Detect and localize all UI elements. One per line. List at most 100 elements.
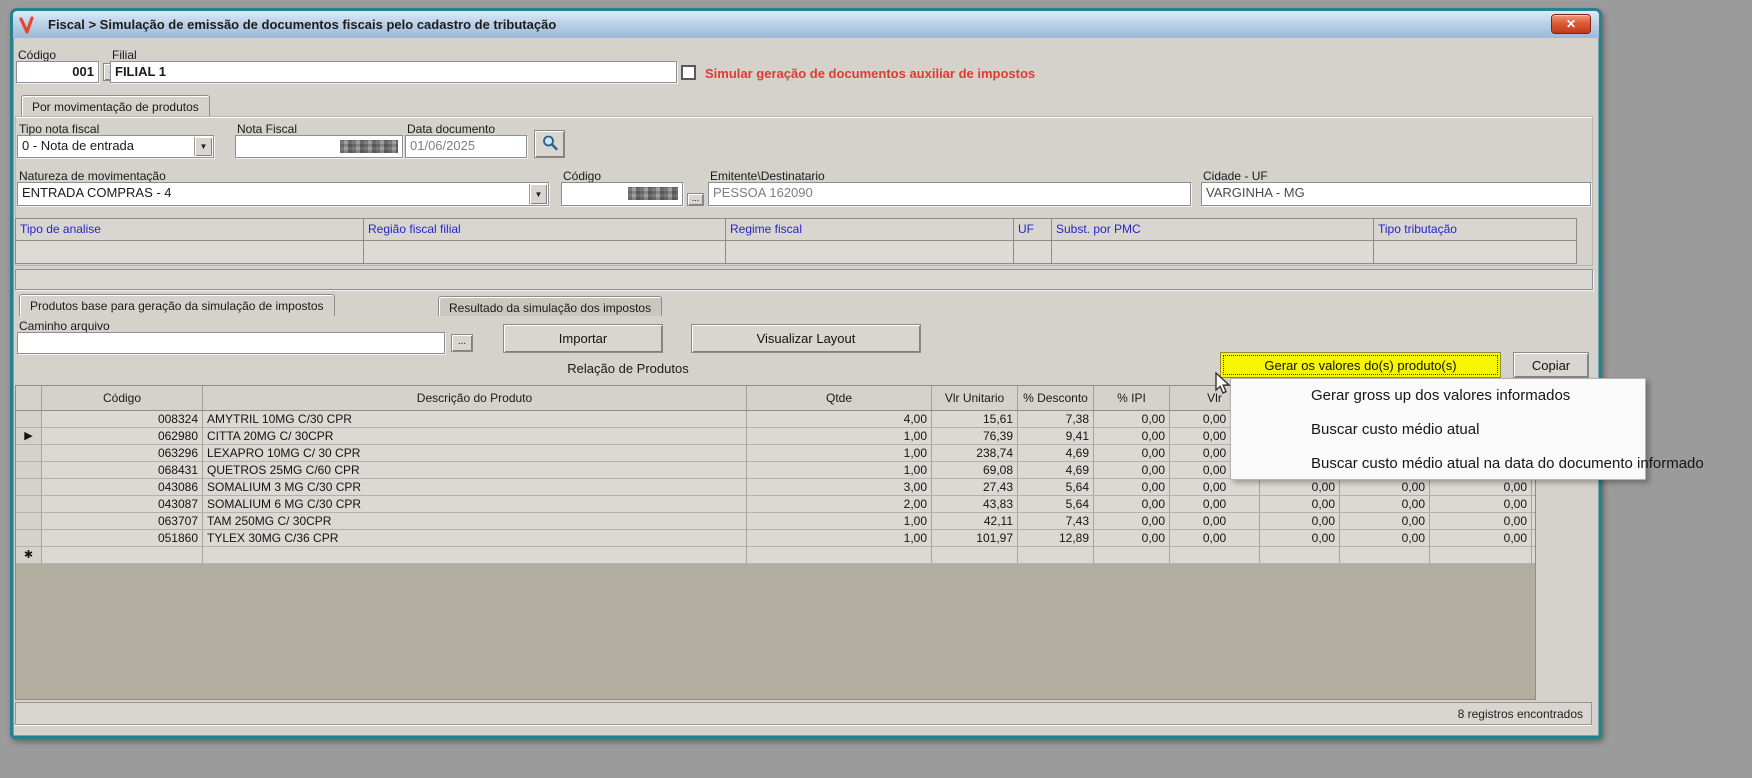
analysis-table-empty-row[interactable]: [16, 241, 1576, 263]
grid-cell: 15,61: [932, 411, 1018, 427]
visualizar-layout-button[interactable]: Visualizar Layout: [691, 324, 921, 353]
natureza-select[interactable]: ENTRADA COMPRAS - 4 ▼: [17, 182, 549, 206]
grid-cell: 043087: [42, 496, 203, 512]
grid-cell: [747, 547, 932, 563]
analysis-column-header[interactable]: Subst. por PMC: [1052, 219, 1374, 240]
close-button[interactable]: ✕: [1551, 14, 1591, 34]
grid-column-header[interactable]: % IPI: [1094, 386, 1170, 410]
doc-codigo-redacted-value: [628, 187, 678, 200]
app-window: Fiscal > Simulação de emissão de documen…: [10, 8, 1602, 739]
simulate-checkbox[interactable]: [681, 65, 696, 80]
caminho-browse-button[interactable]: ...: [451, 334, 473, 352]
analysis-column-header[interactable]: UF: [1014, 219, 1052, 240]
grid-cell: 0,00: [1430, 513, 1532, 529]
table-row[interactable]: 043086SOMALIUM 3 MG C/30 CPR3,0027,435,6…: [16, 479, 1535, 496]
grid-column-header[interactable]: Código: [42, 386, 203, 410]
search-button[interactable]: [534, 130, 565, 158]
copiar-button[interactable]: Copiar: [1513, 352, 1589, 378]
grid-cell: 062980: [42, 428, 203, 444]
analysis-column-header[interactable]: Regime fiscal: [726, 219, 1014, 240]
grid-cell: 9,41: [1018, 428, 1094, 444]
row-selector-cell: [16, 445, 42, 461]
analysis-empty-cell: [1052, 241, 1374, 263]
grid-cell: 063707: [42, 513, 203, 529]
gerar-valores-button[interactable]: Gerar os valores do(s) produto(s): [1220, 352, 1501, 378]
table-row[interactable]: 063707TAM 250MG C/ 30CPR1,0042,117,430,0…: [16, 513, 1535, 530]
grid-cell: 0,00: [1170, 496, 1260, 512]
analysis-column-header[interactable]: Região fiscal filial: [364, 219, 726, 240]
codigo-input[interactable]: 001: [16, 61, 99, 83]
context-menu-item[interactable]: Buscar custo médio atual na data do docu…: [1231, 447, 1645, 481]
grid-cell: 5,64: [1018, 496, 1094, 512]
grid-cell: 1,00: [747, 428, 932, 444]
grid-cell: 0,00: [1094, 411, 1170, 427]
caminho-arquivo-input[interactable]: [17, 332, 445, 354]
grid-cell: 0,00: [1340, 479, 1430, 495]
grid-cell: 2,00: [747, 496, 932, 512]
analysis-table-header-row: Tipo de analiseRegião fiscal filialRegim…: [16, 219, 1576, 241]
grid-column-header[interactable]: % Desconto: [1018, 386, 1094, 410]
tipo-nota-dropdown-icon[interactable]: ▼: [194, 137, 212, 156]
grid-cell: 063296: [42, 445, 203, 461]
natureza-label: Natureza de movimentação: [19, 169, 166, 183]
grid-cell: 3,00: [747, 479, 932, 495]
grid-cell: 0,00: [1094, 479, 1170, 495]
grid-cell: 27,43: [932, 479, 1018, 495]
doc-codigo-input[interactable]: [561, 182, 683, 206]
grid-cell: [932, 547, 1018, 563]
row-selector-cell: [16, 530, 42, 546]
grid-cell: 1,00: [747, 445, 932, 461]
grid-column-header[interactable]: Descrição do Produto: [203, 386, 747, 410]
grid-cell: 0,00: [1094, 462, 1170, 478]
grid-cell: QUETROS 25MG C/60 CPR: [203, 462, 747, 478]
grid-cell: 4,69: [1018, 445, 1094, 461]
filial-input[interactable]: FILIAL 1: [110, 61, 677, 83]
natureza-value: ENTRADA COMPRAS - 4: [22, 185, 172, 200]
natureza-dropdown-icon[interactable]: ▼: [529, 184, 547, 204]
tab-resultado-simulacao[interactable]: Resultado da simulação dos impostos: [438, 296, 662, 316]
table-row[interactable]: 051860TYLEX 30MG C/36 CPR1,00101,9712,89…: [16, 530, 1535, 547]
context-menu-item[interactable]: Buscar custo médio atual: [1231, 413, 1645, 447]
grid-column-header[interactable]: [16, 386, 42, 410]
grid-cell: 0,00: [1260, 496, 1340, 512]
importar-button[interactable]: Importar: [503, 324, 663, 353]
tab-produtos-base[interactable]: Produtos base para geração da simulação …: [19, 294, 335, 316]
filial-label: Filial: [112, 48, 137, 62]
analysis-column-header[interactable]: Tipo tributação: [1374, 219, 1574, 240]
data-documento-input[interactable]: 01/06/2025: [405, 135, 527, 158]
grid-cell: [1340, 547, 1430, 563]
grid-cell: 0,00: [1094, 496, 1170, 512]
emitente-browse-button[interactable]: ...: [687, 193, 704, 206]
grid-cell: 043086: [42, 479, 203, 495]
analysis-column-header[interactable]: Tipo de analise: [16, 219, 364, 240]
row-selector-cell: [16, 496, 42, 512]
grid-cell: 0,00: [1260, 479, 1340, 495]
tipo-nota-select[interactable]: 0 - Nota de entrada ▼: [17, 135, 214, 158]
context-menu-item[interactable]: Gerar gross up dos valores informados: [1231, 379, 1645, 413]
title-bar[interactable]: Fiscal > Simulação de emissão de documen…: [13, 11, 1599, 38]
cidade-uf-input[interactable]: VARGINHA - MG: [1201, 182, 1591, 206]
grid-cell: 051860: [42, 530, 203, 546]
grid-cell: 42,11: [932, 513, 1018, 529]
emitente-input[interactable]: PESSOA 162090: [708, 182, 1191, 206]
table-new-row[interactable]: ✱: [16, 547, 1535, 564]
grid-column-header[interactable]: Vlr Unitario: [932, 386, 1018, 410]
row-selector-cell: [16, 411, 42, 427]
grid-cell: CITTA 20MG C/ 30CPR: [203, 428, 747, 444]
grid-cell: 068431: [42, 462, 203, 478]
data-documento-label: Data documento: [407, 122, 495, 136]
grid-cell: 0,00: [1260, 530, 1340, 546]
grid-cell: [1430, 547, 1532, 563]
grid-cell: SOMALIUM 6 MG C/30 CPR: [203, 496, 747, 512]
grid-cell: 4,69: [1018, 462, 1094, 478]
grid-cell: 1,00: [747, 462, 932, 478]
nota-fiscal-input[interactable]: [235, 135, 403, 158]
relacao-produtos-title: Relação de Produtos: [468, 361, 788, 376]
table-row[interactable]: 043087SOMALIUM 6 MG C/30 CPR2,0043,835,6…: [16, 496, 1535, 513]
grid-column-header[interactable]: Qtde: [747, 386, 932, 410]
grid-cell: TAM 250MG C/ 30CPR: [203, 513, 747, 529]
tab-por-movimentacao[interactable]: Por movimentação de produtos: [21, 95, 210, 117]
grid-cell: 0,00: [1340, 496, 1430, 512]
tipo-nota-label: Tipo nota fiscal: [19, 122, 99, 136]
grid-cell: 0,00: [1430, 496, 1532, 512]
